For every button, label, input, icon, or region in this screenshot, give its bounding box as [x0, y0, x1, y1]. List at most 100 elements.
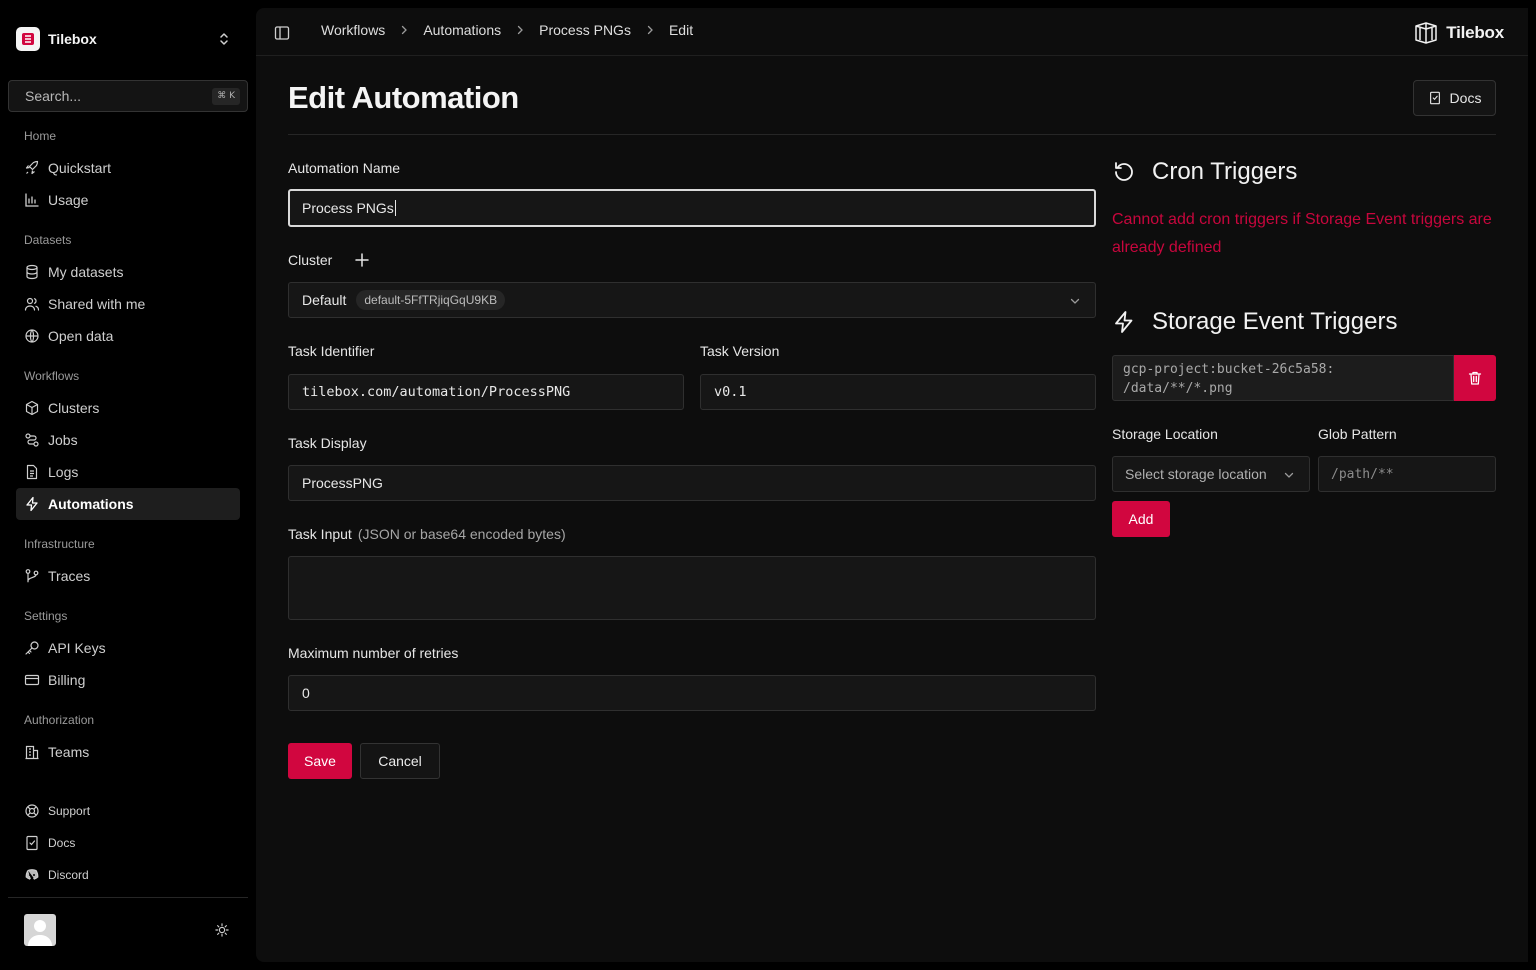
title-divider: [288, 134, 1496, 135]
docs-button[interactable]: Docs: [1413, 80, 1496, 116]
sidebar-toggle-icon[interactable]: [274, 25, 290, 41]
cancel-button[interactable]: Cancel: [360, 743, 440, 779]
chevron-right-icon: [517, 25, 524, 35]
sidebar-item-label: Clusters: [48, 400, 100, 416]
sidebar-item-logs[interactable]: Logs: [16, 456, 240, 488]
sun-icon[interactable]: [215, 923, 229, 937]
sidebar-item-label: Logs: [48, 464, 79, 480]
nav-section-authorization: Authorization: [24, 713, 95, 727]
sidebar-item-label: API Keys: [48, 640, 106, 656]
cluster-select[interactable]: Default default-5FfTRjiqGqU9KB: [288, 282, 1096, 318]
storage-location-select[interactable]: Select storage location: [1112, 456, 1310, 492]
team-name: Tilebox: [48, 31, 97, 47]
sidebar-item-shared-with-me[interactable]: Shared with me: [16, 288, 240, 320]
plus-icon[interactable]: [354, 252, 370, 268]
breadcrumb-edit: Edit: [668, 22, 694, 38]
sidebar-item-traces[interactable]: Traces: [16, 560, 240, 592]
trash-icon: [1468, 371, 1482, 385]
brand-logo[interactable]: Tilebox: [1413, 20, 1504, 46]
task-display-label: Task Display: [288, 435, 367, 451]
storage-trigger-item: gcp-project:bucket-26c5a58: /data/**/*.p…: [1112, 355, 1454, 401]
app-root: Tilebox Search... ⌘ K Home Quickstart Us…: [0, 0, 1536, 970]
lightning-icon: [1115, 311, 1133, 333]
cluster-icon: [25, 400, 39, 416]
breadcrumb-workflows[interactable]: Workflows: [321, 22, 385, 38]
page-title: Edit Automation: [288, 80, 519, 115]
sidebar-item-discord[interactable]: Discord: [16, 859, 240, 891]
storage-location-placeholder: Select storage location: [1125, 466, 1267, 482]
sidebar-item-billing[interactable]: Billing: [16, 664, 240, 696]
file-text-icon: [26, 464, 38, 480]
sidebar-item-jobs[interactable]: Jobs: [16, 424, 240, 456]
main-panel: Workflows Automations Process PNGs Edit …: [256, 8, 1528, 962]
nav-section-home: Home: [24, 129, 57, 143]
sidebar-item-quickstart[interactable]: Quickstart: [16, 152, 240, 184]
search-input[interactable]: Search... ⌘ K: [8, 80, 248, 112]
database-icon: [26, 264, 38, 280]
chevron-up-down-icon[interactable]: [216, 31, 232, 47]
team-switcher[interactable]: Tilebox: [16, 22, 240, 56]
sidebar-item-api-keys[interactable]: API Keys: [16, 632, 240, 664]
search-shortcut-badge: ⌘ K: [212, 88, 240, 105]
automation-name-value: Process PNGs: [302, 200, 394, 216]
life-buoy-icon: [25, 804, 39, 818]
chevron-right-icon: [647, 25, 653, 35]
git-branch-icon: [25, 569, 39, 583]
nav-section-settings: Settings: [24, 609, 68, 623]
breadcrumb: Workflows Automations Process PNGs Edit: [321, 22, 693, 38]
task-version-label: Task Version: [700, 343, 780, 359]
cron-triggers-title: Cron Triggers: [1152, 158, 1298, 185]
task-input-label: Task Input (JSON or base64 encoded bytes): [288, 526, 566, 542]
task-identifier-input[interactable]: tilebox.com/automation/ProcessPNG: [288, 374, 684, 410]
task-display-input[interactable]: ProcessPNG: [288, 465, 1096, 501]
book-check-icon: [1429, 91, 1440, 105]
sidebar-item-open-data[interactable]: Open data: [16, 320, 240, 352]
lightning-icon: [26, 496, 38, 512]
brand-name: Tilebox: [1446, 23, 1504, 42]
sidebar-item-label: Traces: [48, 568, 91, 584]
breadcrumb-automations[interactable]: Automations: [423, 22, 501, 38]
chevron-down-icon: [1284, 472, 1294, 478]
storage-trigger-pattern: /data/**/*.png: [1123, 381, 1233, 396]
sidebar-item-label: Open data: [48, 328, 114, 344]
sidebar-item-automations[interactable]: Automations: [16, 488, 240, 520]
chevron-right-icon: [402, 25, 408, 35]
workflow-icon: [25, 433, 39, 447]
user-avatar-icon: [28, 920, 52, 946]
sidebar-item-usage[interactable]: Usage: [16, 184, 240, 216]
credit-card-icon: [24, 674, 40, 686]
sidebar-item-label: Docs: [48, 836, 76, 850]
sidebar-item-docs[interactable]: Docs: [16, 827, 240, 859]
add-trigger-button[interactable]: Add: [1112, 501, 1170, 537]
task-version-input[interactable]: v0.1: [700, 374, 1096, 410]
sidebar-item-my-datasets[interactable]: My datasets: [16, 256, 240, 288]
rotate-ccw-icon: [1115, 162, 1133, 181]
delete-trigger-button[interactable]: [1454, 355, 1496, 401]
sidebar-item-label: Jobs: [48, 432, 78, 448]
sidebar-item-teams[interactable]: Teams: [16, 736, 240, 768]
sidebar-item-label: Discord: [48, 868, 89, 882]
sidebar-item-label: Billing: [48, 672, 86, 688]
glob-pattern-input[interactable]: /path/**: [1318, 456, 1496, 492]
glob-pattern-label: Glob Pattern: [1318, 426, 1397, 442]
save-button[interactable]: Save: [288, 743, 352, 779]
sidebar-item-clusters[interactable]: Clusters: [16, 392, 240, 424]
max-retries-label: Maximum number of retries: [288, 645, 459, 661]
bar-chart-icon: [25, 193, 39, 207]
cluster-slug-badge: default-5FfTRjiqGqU9KB: [356, 290, 506, 310]
sidebar-item-support[interactable]: Support: [16, 795, 240, 827]
breadcrumb-process-pngs[interactable]: Process PNGs: [539, 22, 631, 38]
task-input-textarea[interactable]: [288, 556, 1096, 620]
building-icon: [25, 745, 39, 760]
cluster-value: Default: [302, 292, 347, 308]
storage-location-label: Storage Location: [1112, 426, 1218, 442]
storage-trigger-location: gcp-project:bucket-26c5a58:: [1123, 362, 1335, 377]
search-placeholder: Search...: [25, 88, 82, 104]
sidebar: Tilebox Search... ⌘ K Home Quickstart Us…: [0, 0, 256, 970]
tilebox-logo-icon: [1415, 22, 1437, 44]
avatar[interactable]: [24, 914, 56, 946]
max-retries-input[interactable]: 0: [288, 675, 1096, 711]
docs-button-label: Docs: [1449, 90, 1482, 106]
sidebar-divider: [8, 897, 248, 898]
automation-name-input[interactable]: Process PNGs: [288, 189, 1096, 227]
